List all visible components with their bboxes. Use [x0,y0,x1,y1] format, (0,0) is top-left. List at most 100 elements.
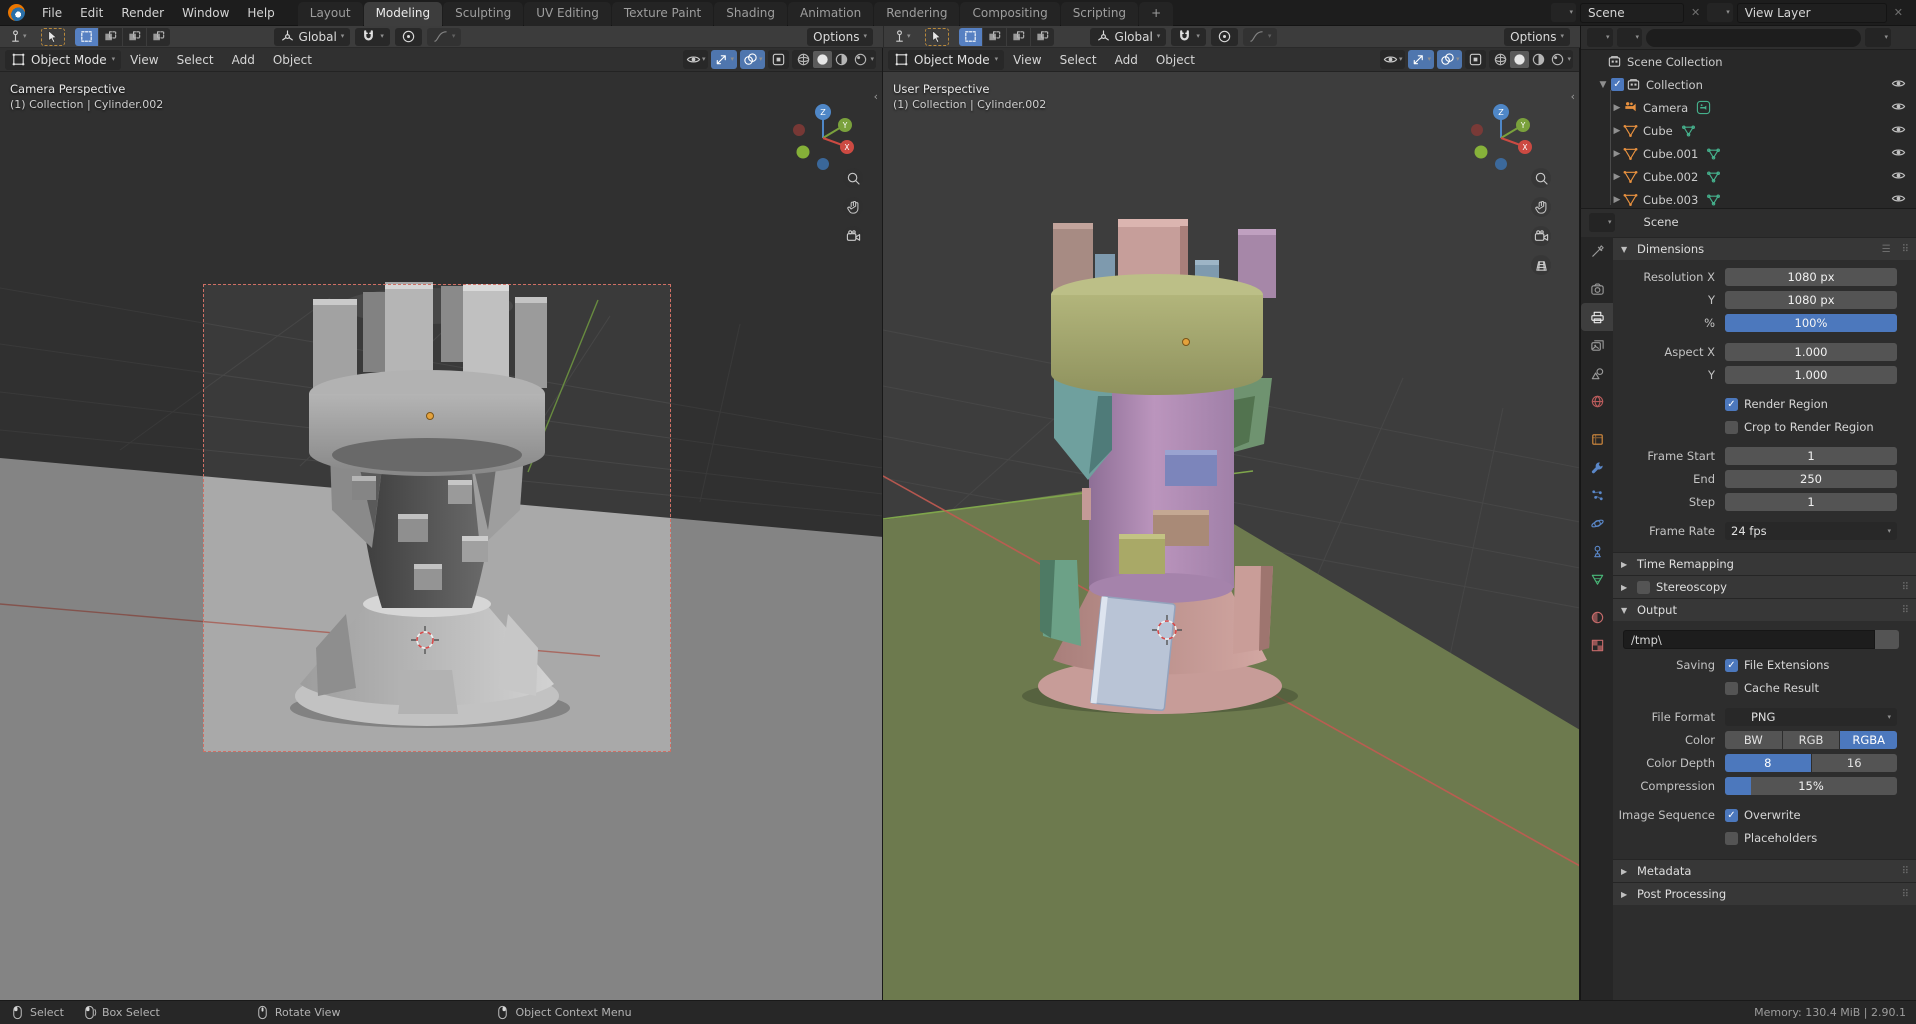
gizmos-dropdown[interactable]: ▾ [1408,50,1434,69]
visibility-dropdown[interactable]: ▾ [1380,50,1406,69]
crop-region-checkbox[interactable]: Crop to Render Region [1725,420,1897,434]
disclosure-closed-icon[interactable]: ▶ [1611,103,1623,113]
sidebar-toggle[interactable]: ‹ [874,90,878,103]
select-mode-2[interactable] [1007,28,1030,46]
options-button[interactable]: Options▾ [1504,28,1570,46]
options-button[interactable]: Options▾ [807,28,873,46]
disclosure-closed-icon[interactable]: ▶ [1611,172,1623,182]
tab-rendering[interactable]: Rendering [874,2,959,26]
resolution-percent-slider[interactable]: 100% [1725,314,1897,332]
output-path-field[interactable]: /tmp\ [1623,630,1875,649]
outliner-row-cube.003[interactable]: ▶Cube.003 [1581,188,1916,208]
frame-start-field[interactable]: 1 [1725,447,1897,465]
display-mode-button[interactable]: ▾ [1617,28,1643,47]
properties-tab-data[interactable] [1581,565,1613,593]
aspect-y-field[interactable]: 1.000 [1725,366,1897,384]
tab-layout[interactable]: Layout [298,2,363,26]
disclosure-closed-icon[interactable]: ▶ [1611,149,1623,159]
scene-selector[interactable]: Scene [1580,3,1684,23]
resolution-y-field[interactable]: 1080 px [1725,291,1897,309]
viewport-menu-object[interactable]: Object [1147,53,1204,67]
overlays-dropdown[interactable]: ▾ [740,50,766,69]
camview-view-button[interactable] [1531,226,1551,246]
xray-toggle[interactable] [768,50,789,69]
proportional-editing-button[interactable] [1211,28,1238,46]
shading-rendered[interactable] [851,51,870,68]
orientation-dropdown[interactable]: Global▾ [1090,28,1167,46]
properties-tab-view-layer[interactable] [1581,331,1613,359]
shading-wireframe[interactable] [1491,51,1510,68]
frame-rate-dropdown[interactable]: 24 fps▾ [1725,522,1897,540]
select-mode-0[interactable] [75,28,98,46]
menu-file[interactable]: File [33,0,71,26]
cache-result-checkbox[interactable]: Cache Result [1725,681,1897,695]
outliner-row-collection[interactable]: ▼✓Collection [1581,73,1916,96]
properties-tab-world[interactable] [1581,387,1613,415]
properties-tab-tool[interactable] [1581,237,1613,265]
shading-rendered[interactable] [1548,51,1567,68]
tab-sculpting[interactable]: Sculpting [443,2,523,26]
zoom-view-button[interactable] [1531,168,1551,188]
copy-icon[interactable] [1664,5,1679,20]
active-tool-dropdown[interactable]: ▾ [892,29,911,44]
folder-browse-button[interactable] [1875,630,1899,649]
aspect-x-field[interactable]: 1.000 [1725,343,1897,361]
resolution-x-field[interactable]: 1080 px [1725,268,1897,286]
falloff-dropdown[interactable]: ▾ [427,28,462,46]
viewport-menu-select[interactable]: Select [168,53,223,67]
ortho-view-button[interactable] [1531,255,1551,275]
outliner-row-cube.002[interactable]: ▶Cube.002 [1581,165,1916,188]
outliner-row-cube.001[interactable]: ▶Cube.001 [1581,142,1916,165]
file-format-dropdown[interactable]: PNG▾ [1725,708,1897,726]
pin-icon[interactable] [1893,215,1908,230]
menu-edit[interactable]: Edit [71,0,112,26]
select-mode-2[interactable] [123,28,146,46]
properties-tab-constraints[interactable] [1581,537,1613,565]
panel-header-time-remapping[interactable]: ▶Time Remapping [1613,552,1916,575]
preset-list-icon[interactable]: ☰ [1882,244,1890,255]
pan-view-button[interactable] [1531,197,1551,217]
overwrite-checkbox[interactable]: ✓Overwrite [1725,808,1897,822]
menu-help[interactable]: Help [238,0,283,26]
hide-in-viewport-toggle[interactable] [1891,99,1906,117]
shading-solid[interactable] [1510,51,1529,68]
frame-end-field[interactable]: 250 [1725,470,1897,488]
viewport-user[interactable]: Object Mode▾ViewSelectAddObject▾▾▾▾ User… [883,48,1580,1000]
outliner-row-cube[interactable]: ▶Cube [1581,119,1916,142]
camera-bounds[interactable] [203,284,671,752]
depth-option-8[interactable]: 8 [1725,754,1811,772]
viewport-menu-view[interactable]: View [121,53,167,67]
menu-window[interactable]: Window [173,0,238,26]
properties-tab-physics[interactable] [1581,509,1613,537]
properties-tab-texture[interactable] [1581,631,1613,659]
viewport-menu-select[interactable]: Select [1051,53,1106,67]
outliner-row-scene-collection[interactable]: Scene Collection [1581,50,1916,73]
hide-in-viewport-toggle[interactable] [1891,122,1906,140]
stereoscopy-checkbox[interactable] [1637,581,1650,594]
view-layer-selector[interactable]: View Layer [1737,3,1887,23]
viewport-menu-object[interactable]: Object [264,53,321,67]
tab-animation[interactable]: Animation [788,2,873,26]
properties-tab-render[interactable] [1581,275,1613,303]
shading-wireframe[interactable] [794,51,813,68]
compression-slider[interactable]: 15% [1725,777,1897,795]
copy-icon[interactable] [1867,5,1882,20]
panel-header-metadata[interactable]: ▶Metadata ⠿ [1613,859,1916,882]
scene-browse-button[interactable]: ▾ [1551,3,1577,22]
outliner-search-input[interactable] [1646,29,1861,47]
gizmos-dropdown[interactable]: ▾ [711,50,737,69]
proportional-editing-button[interactable] [395,28,422,46]
tab-uv-editing[interactable]: UV Editing [524,2,611,26]
viewport-menu-add[interactable]: Add [1106,53,1147,67]
hide-in-viewport-toggle[interactable] [1891,191,1906,209]
sidebar-toggle[interactable]: ‹ [1571,90,1575,103]
snap-button[interactable]: ▾ [355,28,390,46]
active-tool-button[interactable] [41,28,65,46]
view-layer-browse-button[interactable]: ▾ [1707,3,1733,22]
snap-button[interactable]: ▾ [1171,28,1206,46]
hide-in-viewport-toggle[interactable] [1891,145,1906,163]
select-mode-3[interactable] [147,28,170,46]
overlays-dropdown[interactable]: ▾ [1437,50,1463,69]
hide-in-viewport-toggle[interactable] [1891,76,1906,94]
select-mode-1[interactable] [99,28,122,46]
